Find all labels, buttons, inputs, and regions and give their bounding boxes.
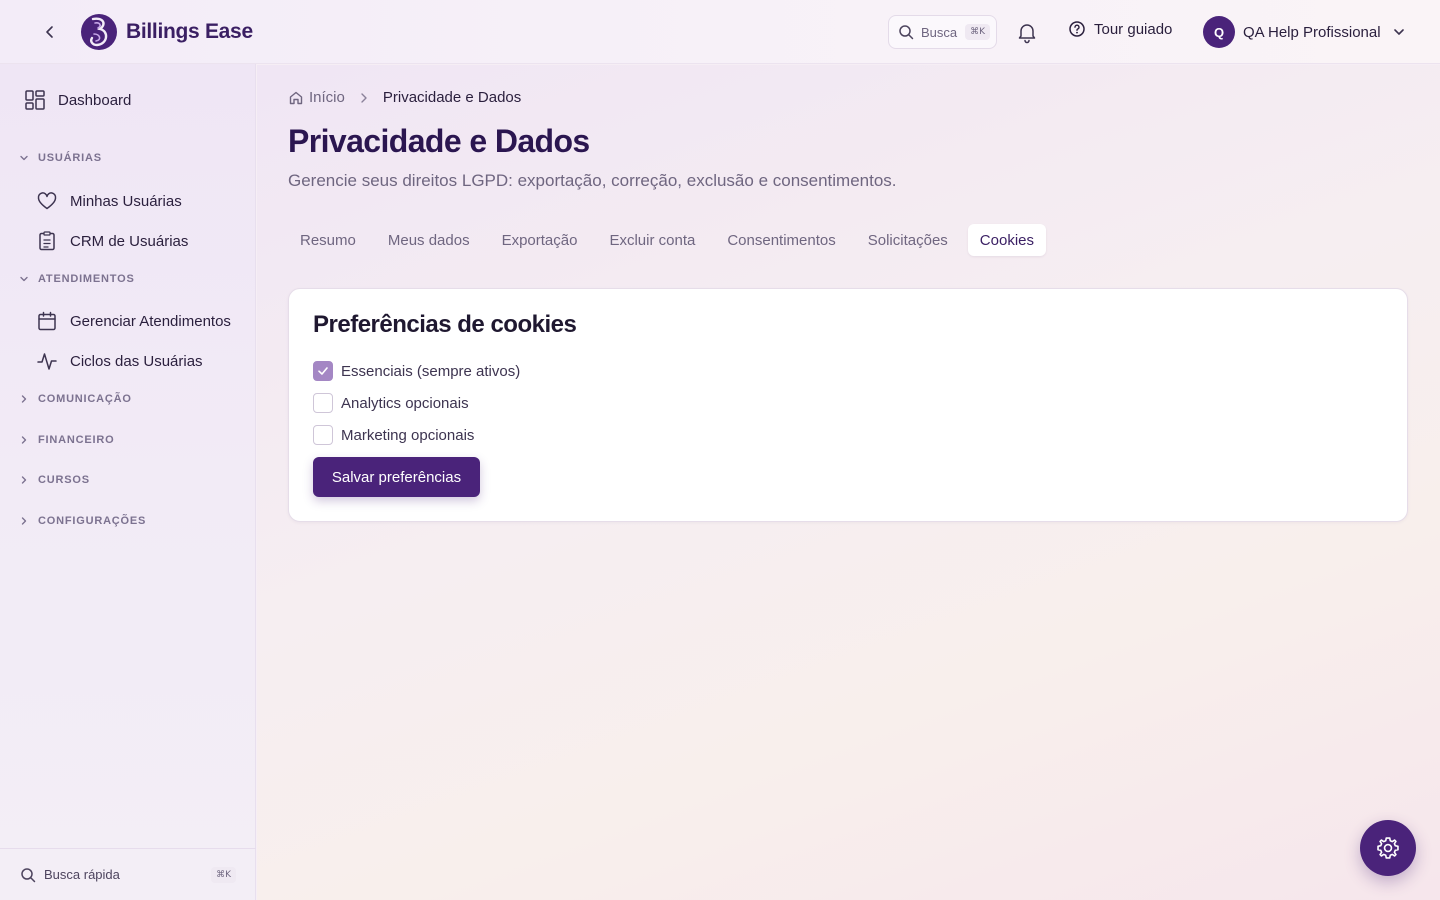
sidebar-section-financeiro[interactable]: FINANCEIRO bbox=[18, 434, 114, 446]
sidebar-section-atendimentos[interactable]: ATENDIMENTOS bbox=[18, 273, 135, 285]
top-bar: Billings Ease Busca ⌘K Tour guiado Q QA … bbox=[0, 0, 1440, 64]
guided-tour-button[interactable]: Tour guiado bbox=[1068, 20, 1172, 38]
brand-name: Billings Ease bbox=[126, 20, 253, 43]
global-search[interactable]: Busca ⌘K bbox=[888, 15, 997, 49]
chevron-right-icon bbox=[21, 395, 27, 403]
sidebar-item-minhas-usuarias[interactable]: Minhas Usuárias bbox=[36, 190, 182, 212]
dashboard-grid-icon bbox=[25, 90, 45, 110]
sidebar-item-dashboard[interactable]: Dashboard bbox=[24, 89, 131, 111]
chevron-right-icon bbox=[21, 476, 27, 484]
clipboard-list-icon bbox=[39, 231, 55, 251]
sidebar-section-usuarias[interactable]: USUÁRIAS bbox=[18, 152, 102, 164]
chevron-down-icon bbox=[20, 155, 28, 161]
sidebar-item-label: CRM de Usuárias bbox=[70, 232, 189, 250]
sidebar-item-ciclos-usuarias[interactable]: Ciclos das Usuárias bbox=[36, 350, 203, 372]
cookie-option-marketing[interactable]: Marketing opcionais bbox=[313, 425, 474, 445]
cookie-preferences-card: Preferências de cookies Essenciais (semp… bbox=[288, 288, 1408, 522]
main-content: Início Privacidade e Dados Privacidade e… bbox=[257, 65, 1440, 900]
bell-icon bbox=[1018, 24, 1036, 44]
sidebar-item-label: Ciclos das Usuárias bbox=[70, 352, 203, 370]
gear-icon bbox=[1377, 837, 1399, 859]
quick-search-label: Busca rápida bbox=[44, 867, 120, 882]
sidebar-item-gerenciar-atendimentos[interactable]: Gerenciar Atendimentos bbox=[36, 310, 231, 332]
user-menu[interactable]: Q QA Help Profissional bbox=[1203, 16, 1407, 48]
checkbox-analytics[interactable] bbox=[313, 393, 333, 413]
chevron-right-icon bbox=[21, 517, 27, 525]
sidebar-section-label: COMUNICAÇÃO bbox=[38, 393, 132, 405]
tab-resumo[interactable]: Resumo bbox=[288, 224, 368, 256]
tab-exportacao[interactable]: Exportação bbox=[490, 224, 590, 256]
sidebar-section-configuracoes[interactable]: CONFIGURAÇÕES bbox=[18, 515, 146, 527]
search-shortcut: ⌘K bbox=[965, 24, 991, 40]
checkbox-label: Marketing opcionais bbox=[341, 426, 475, 444]
settings-fab-button[interactable] bbox=[1360, 820, 1416, 876]
tab-cookies[interactable]: Cookies bbox=[967, 224, 1046, 256]
search-icon bbox=[899, 25, 914, 40]
checkbox-essenciais[interactable] bbox=[313, 361, 333, 381]
card-title: Preferências de cookies bbox=[313, 311, 577, 338]
save-preferences-button[interactable]: Salvar preferências bbox=[313, 457, 480, 497]
home-icon[interactable] bbox=[288, 90, 304, 106]
breadcrumb-current: Privacidade e Dados bbox=[382, 89, 522, 106]
sidebar-item-label: Dashboard bbox=[58, 91, 132, 109]
tab-solicitacoes[interactable]: Solicitações bbox=[856, 224, 960, 256]
breadcrumb: Início Privacidade e Dados bbox=[288, 89, 521, 106]
search-icon bbox=[21, 867, 36, 882]
chevron-down-icon bbox=[1393, 29, 1404, 35]
chevron-down-icon bbox=[20, 276, 28, 282]
page-title: Privacidade e Dados bbox=[288, 123, 590, 159]
tab-bar: Resumo Meus dados Exportação Excluir con… bbox=[288, 224, 1054, 256]
sidebar-section-label: USUÁRIAS bbox=[38, 152, 102, 164]
sidebar: Dashboard USUÁRIAS Minhas Usuárias CRM d… bbox=[0, 64, 256, 900]
page-subtitle: Gerencie seus direitos LGPD: exportação,… bbox=[288, 171, 897, 190]
tab-meus-dados[interactable]: Meus dados bbox=[376, 224, 482, 256]
cookie-option-essenciais[interactable]: Essenciais (sempre ativos) bbox=[313, 361, 520, 381]
sidebar-section-label: FINANCEIRO bbox=[38, 434, 115, 446]
heart-icon bbox=[37, 192, 57, 210]
tab-excluir-conta[interactable]: Excluir conta bbox=[597, 224, 707, 256]
sidebar-item-label: Minhas Usuárias bbox=[70, 192, 182, 210]
sidebar-section-comunicacao[interactable]: COMUNICAÇÃO bbox=[18, 393, 132, 405]
sidebar-section-label: CURSOS bbox=[38, 474, 90, 486]
sidebar-section-label: CONFIGURAÇÕES bbox=[38, 515, 147, 527]
help-circle-icon bbox=[1069, 21, 1085, 37]
checkbox-marketing[interactable] bbox=[313, 425, 333, 445]
sidebar-section-label: ATENDIMENTOS bbox=[38, 273, 135, 285]
sidebar-item-crm-usuarias[interactable]: CRM de Usuárias bbox=[36, 230, 188, 252]
logo-mark-icon bbox=[81, 14, 117, 50]
user-name: QA Help Profissional bbox=[1243, 23, 1381, 41]
quick-search-shortcut: ⌘K bbox=[211, 866, 236, 883]
search-label: Busca bbox=[921, 24, 958, 40]
quick-search[interactable]: Busca rápida ⌘K bbox=[0, 848, 256, 900]
sidebar-item-label: Gerenciar Atendimentos bbox=[70, 312, 231, 330]
avatar: Q bbox=[1203, 16, 1235, 48]
checkbox-label: Analytics opcionais bbox=[341, 394, 469, 412]
calendar-icon bbox=[38, 311, 56, 331]
chevron-right-icon bbox=[21, 436, 27, 444]
activity-icon bbox=[37, 353, 57, 370]
chevron-left-icon bbox=[46, 26, 53, 38]
check-icon bbox=[318, 367, 328, 375]
sidebar-section-cursos[interactable]: CURSOS bbox=[18, 474, 90, 486]
back-button[interactable] bbox=[36, 18, 64, 46]
guided-tour-label: Tour guiado bbox=[1094, 20, 1173, 38]
tab-consentimentos[interactable]: Consentimentos bbox=[715, 224, 847, 256]
breadcrumb-home[interactable]: Início bbox=[309, 89, 345, 106]
chevron-right-icon bbox=[361, 92, 367, 103]
notifications-button[interactable] bbox=[1015, 20, 1039, 44]
brand-logo[interactable]: Billings Ease bbox=[80, 10, 253, 54]
checkbox-label: Essenciais (sempre ativos) bbox=[341, 362, 521, 380]
cookie-option-analytics[interactable]: Analytics opcionais bbox=[313, 393, 469, 413]
